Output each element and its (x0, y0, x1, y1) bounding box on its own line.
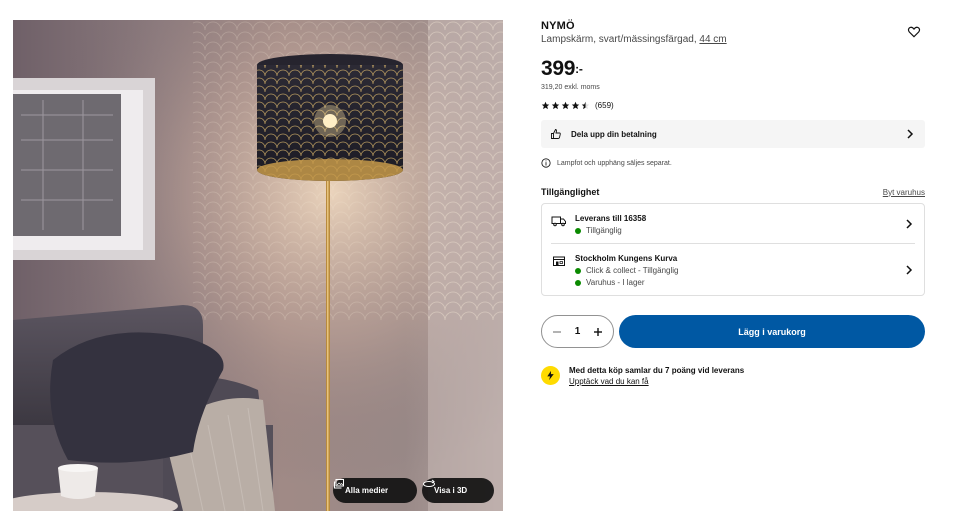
star-icon (571, 101, 580, 110)
notice-text: Lampfot och upphäng säljes separat. (557, 159, 672, 167)
chevron-right-icon (906, 218, 913, 229)
delivery-status: Tillgänglig (575, 226, 646, 235)
product-image[interactable]: Alla medier Visa i 3D (13, 20, 503, 511)
product-name: NYMÖ (541, 20, 575, 32)
truck-icon (551, 216, 566, 227)
price-suffix: :- (575, 62, 583, 76)
half-star-icon (581, 101, 590, 110)
quantity-stepper: 1 (541, 315, 614, 348)
plus-icon (594, 327, 602, 336)
rotate-3d-icon (423, 479, 435, 487)
all-media-button[interactable]: Alla medier (333, 478, 417, 503)
click-collect-text: Click & collect - Tillgänglig (586, 266, 679, 275)
split-payment-label: Dela upp din betalning (571, 129, 657, 139)
product-size-link[interactable]: 44 cm (699, 34, 726, 45)
points-discover-link[interactable]: Upptäck vad du kan få (569, 377, 744, 386)
store-title: Stockholm Kungens Kurva (575, 254, 678, 263)
star-icon (561, 101, 570, 110)
decrease-quantity-button[interactable] (550, 325, 564, 339)
star-icon (541, 101, 550, 110)
add-to-cart-button[interactable]: Lägg i varukorg (619, 315, 925, 348)
chevron-right-icon (906, 264, 913, 275)
price-main: 399 (541, 57, 576, 80)
view-3d-label: Visa i 3D (434, 486, 468, 495)
product-notice: Lampfot och upphäng säljes separat. (541, 158, 925, 168)
quantity-value[interactable]: 1 (575, 326, 581, 337)
store-icon (553, 256, 565, 266)
minus-icon (553, 330, 561, 333)
gallery-icon (334, 479, 344, 489)
view-3d-button[interactable]: Visa i 3D (422, 478, 494, 503)
loyalty-points: Med detta köp samlar du 7 poäng vid leve… (541, 366, 925, 386)
points-text: Med detta köp samlar du 7 poäng vid leve… (569, 366, 745, 375)
click-collect-status: Click & collect - Tillgänglig (575, 266, 678, 275)
chevron-right-icon (907, 129, 914, 139)
in-store-text: Varuhus - I lager (586, 278, 645, 287)
store-availability[interactable]: Stockholm Kungens Kurva Click & collect … (551, 243, 915, 295)
delivery-availability[interactable]: Leverans till 16358 Tillgänglig (551, 204, 915, 243)
delivery-title: Leverans till 16358 (575, 214, 647, 223)
rating-count: (659) (595, 101, 614, 110)
product-price: 399:- (541, 58, 925, 79)
split-payment-banner[interactable]: Dela upp din betalning (541, 120, 925, 148)
product-rating[interactable]: (659) (541, 101, 925, 110)
thumbs-up-icon (551, 129, 561, 139)
product-description: Lampskärm, svart/mässingsfärgad, 44 cm (541, 34, 925, 45)
product-info-panel: NYMÖ Lampskärm, svart/mässingsfärgad, 44… (541, 20, 925, 386)
availability-header: Tillgänglighet Byt varuhus (541, 187, 925, 197)
product-description-text: Lampskärm, svart/mässingsfärgad, (541, 34, 697, 45)
status-dot (575, 227, 581, 234)
rating-stars (541, 101, 590, 110)
product-photo (13, 20, 503, 511)
in-store-status: Varuhus - I lager (575, 278, 678, 287)
increase-quantity-button[interactable] (591, 325, 605, 339)
info-icon (541, 158, 551, 168)
availability-title: Tillgänglighet (541, 187, 600, 197)
price-excl-vat: 319,20 exkl. moms (541, 84, 600, 91)
delivery-status-text: Tillgänglig (586, 226, 622, 235)
heart-icon[interactable] (907, 25, 921, 39)
purchase-row: 1 Lägg i varukorg (541, 315, 925, 348)
availability-box: Leverans till 16358 Tillgänglig Stockhol… (541, 203, 925, 296)
change-store-link[interactable]: Byt varuhus (883, 188, 925, 197)
all-media-label: Alla medier (345, 486, 389, 495)
family-points-icon (541, 366, 560, 385)
status-dot (575, 267, 581, 274)
status-dot (575, 279, 581, 286)
lightning-icon (547, 370, 554, 381)
star-icon (551, 101, 560, 110)
